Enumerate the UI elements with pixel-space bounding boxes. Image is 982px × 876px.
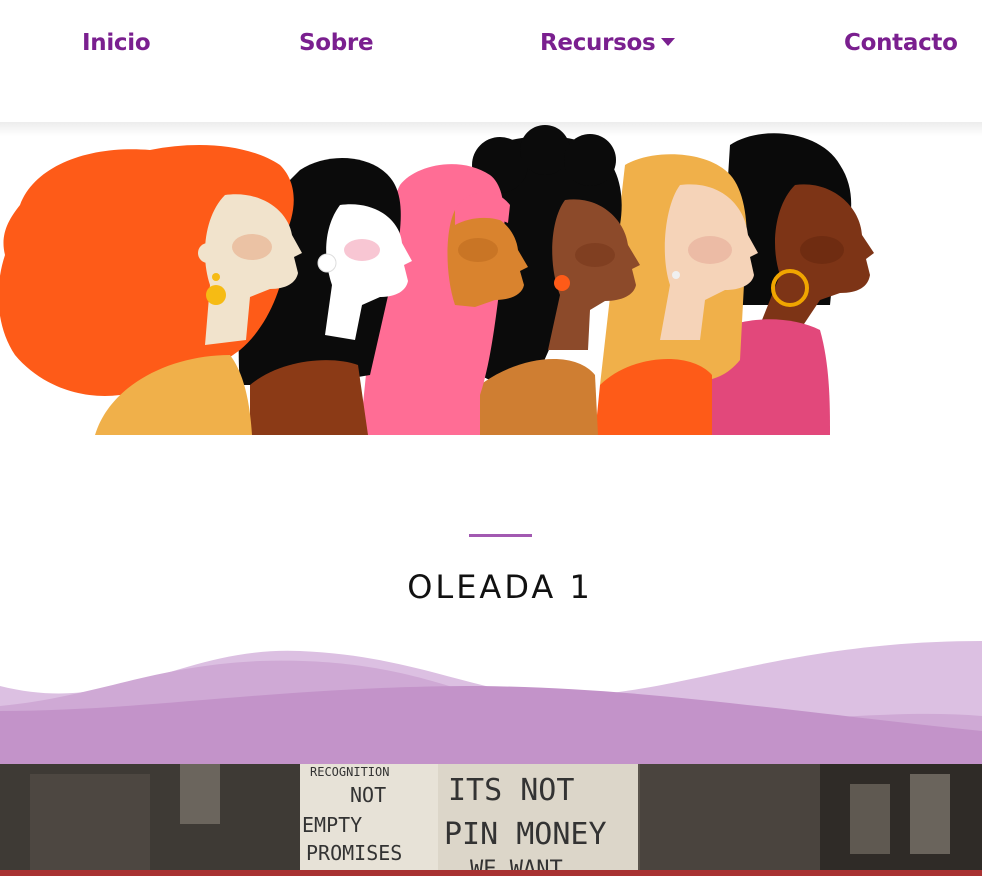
sign-left-line-2: NOT [350, 783, 386, 807]
bottom-accent-bar [0, 870, 982, 876]
nav-recursos-label: Recursos [540, 30, 656, 56]
sign-left-line-1: RECOGNITION [310, 765, 389, 779]
sign-right-line-2: PIN MONEY [444, 817, 607, 852]
nav-sobre-label: Sobre [299, 30, 374, 56]
nav-inicio[interactable]: Inicio [82, 30, 151, 60]
nav-sobre[interactable]: Sobre [299, 30, 374, 60]
sign-left-line-3: EMPTY [302, 813, 362, 837]
section-title: OLEADA 1 [407, 568, 593, 606]
nav-contacto-label: Contacto [844, 30, 958, 56]
women-profiles-illustration [0, 125, 874, 435]
nav-recursos[interactable]: Recursos [540, 30, 676, 60]
top-navigation: Inicio Sobre Recursos Contacto [0, 0, 982, 122]
heading-divider [469, 534, 532, 537]
protest-photo-illustration: RECOGNITION NOT EMPTY PROMISES ITS NOT P… [0, 764, 982, 876]
caret-down-icon [661, 37, 676, 46]
sign-right-line-1: ITS NOT [448, 773, 574, 808]
nav-contacto[interactable]: Contacto [844, 30, 958, 60]
protest-photo: RECOGNITION NOT EMPTY PROMISES ITS NOT P… [0, 764, 982, 876]
nav-inicio-label: Inicio [82, 30, 151, 56]
wave-divider [0, 641, 982, 766]
sign-left-line-4: PROMISES [306, 841, 402, 865]
